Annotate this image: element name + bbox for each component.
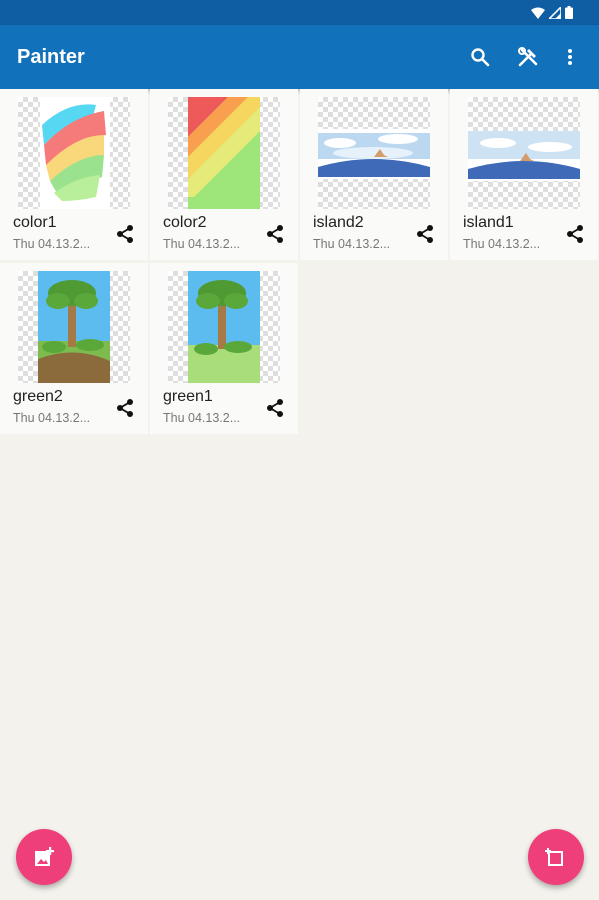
more-options-button[interactable]	[555, 42, 585, 72]
drawing-thumbnail[interactable]	[318, 97, 430, 209]
signal-icon	[549, 6, 561, 19]
share-icon	[267, 225, 283, 243]
battery-icon	[565, 6, 573, 19]
drawing-card[interactable]: color1 Thu 04.13.2...	[0, 89, 148, 260]
more-vert-icon	[568, 49, 572, 65]
drawing-date: Thu 04.13.2...	[13, 411, 91, 425]
share-button[interactable]	[112, 395, 138, 421]
drawing-thumbnail[interactable]	[18, 97, 130, 209]
drawing-card[interactable]: green1 Thu 04.13.2...	[150, 263, 298, 434]
wifi-icon	[531, 7, 545, 19]
drawing-title: green2	[13, 388, 63, 405]
tools-button[interactable]	[513, 42, 543, 72]
share-button[interactable]	[262, 221, 288, 247]
drawing-title: color2	[163, 214, 207, 231]
new-canvas-fab[interactable]	[528, 829, 584, 885]
drawing-date: Thu 04.13.2...	[163, 237, 241, 251]
add-image-icon	[35, 847, 54, 866]
share-icon	[267, 399, 283, 417]
share-icon	[117, 225, 133, 243]
drawing-date: Thu 04.13.2...	[13, 237, 91, 251]
drawing-card[interactable]: island2 Thu 04.13.2...	[300, 89, 448, 260]
drawing-title: green1	[163, 388, 213, 405]
share-button[interactable]	[562, 221, 588, 247]
tools-icon	[518, 47, 538, 67]
drawing-card[interactable]: island1 Thu 04.13.2...	[450, 89, 598, 260]
drawing-thumbnail[interactable]	[168, 271, 280, 383]
share-icon	[417, 225, 433, 243]
search-button[interactable]	[465, 42, 495, 72]
drawing-title: island2	[313, 214, 364, 231]
search-icon	[471, 48, 490, 67]
drawing-title: island1	[463, 214, 514, 231]
drawing-thumbnail[interactable]	[18, 271, 130, 383]
new-canvas-icon	[545, 848, 563, 866]
status-bar	[0, 0, 599, 25]
drawing-card[interactable]: green2 Thu 04.13.2...	[0, 263, 148, 434]
status-icons	[531, 6, 573, 19]
drawing-thumbnail[interactable]	[468, 97, 580, 209]
share-button[interactable]	[112, 221, 138, 247]
drawing-title: color1	[13, 214, 57, 231]
drawing-date: Thu 04.13.2...	[463, 237, 541, 251]
add-image-fab[interactable]	[16, 829, 72, 885]
drawing-thumbnail[interactable]	[168, 97, 280, 209]
share-button[interactable]	[262, 395, 288, 421]
share-button[interactable]	[412, 221, 438, 247]
drawing-date: Thu 04.13.2...	[163, 411, 241, 425]
drawing-card[interactable]: color2 Thu 04.13.2...	[150, 89, 298, 260]
share-icon	[117, 399, 133, 417]
app-bar: Painter	[0, 25, 599, 89]
app-title: Painter	[17, 46, 85, 68]
drawing-date: Thu 04.13.2...	[313, 237, 391, 251]
share-icon	[567, 225, 583, 243]
